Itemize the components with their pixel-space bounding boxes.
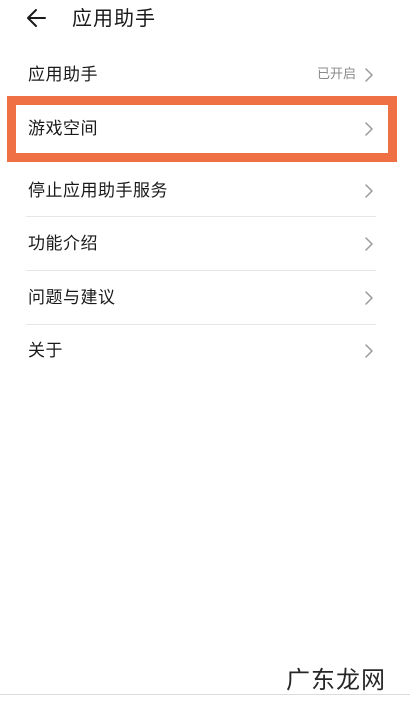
back-button[interactable] [24, 5, 50, 31]
row-about[interactable]: 关于 [26, 338, 376, 364]
row-feature-intro[interactable]: 功能介绍 [26, 231, 376, 257]
row-label: 应用助手 [28, 65, 98, 85]
status-text: 已开启 [316, 67, 356, 82]
arrow-left-icon [24, 5, 50, 31]
app-assistant-screen: 应用助手 应用助手 已开启 游戏空间 停止应用助手服务 功能介绍 问题与建议 关… [0, 0, 410, 710]
row-label: 问题与建议 [28, 288, 116, 308]
page-title: 应用助手 [72, 6, 156, 30]
chevron-right-icon [364, 121, 374, 137]
header-bar: 应用助手 [0, 0, 410, 36]
row-game-space[interactable]: 游戏空间 [26, 116, 376, 142]
row-stop-service[interactable]: 停止应用助手服务 [26, 178, 376, 204]
row-label: 关于 [28, 341, 63, 361]
row-label: 功能介绍 [28, 234, 98, 254]
chevron-right-icon [364, 67, 374, 83]
divider [26, 324, 376, 325]
row-feedback[interactable]: 问题与建议 [26, 285, 376, 311]
chevron-right-icon [364, 290, 374, 306]
row-label: 停止应用助手服务 [28, 181, 168, 201]
row-label: 游戏空间 [28, 119, 98, 139]
chevron-right-icon [364, 236, 374, 252]
row-app-assistant[interactable]: 应用助手 已开启 [26, 62, 376, 88]
watermark-text: 广东龙网 [286, 666, 386, 694]
chevron-right-icon [364, 343, 374, 359]
bottom-rule [0, 694, 410, 695]
divider [26, 216, 376, 217]
divider [26, 270, 376, 271]
chevron-right-icon [364, 183, 374, 199]
